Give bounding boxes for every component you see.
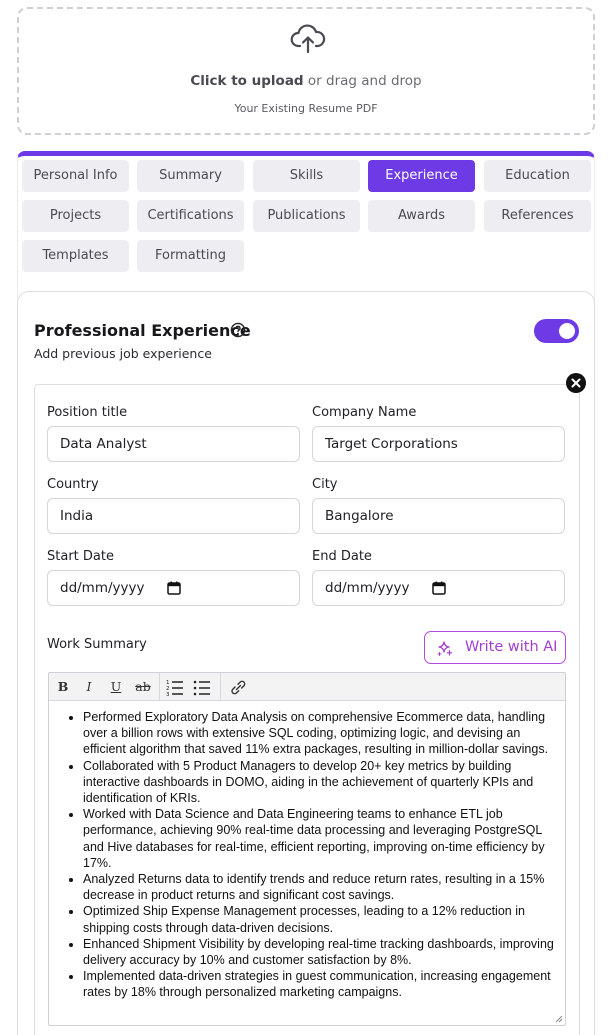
sparkle-icon	[437, 641, 453, 656]
start-date-input[interactable]: dd/mm/yyyy	[47, 570, 300, 606]
end-date-input[interactable]: dd/mm/yyyy	[312, 570, 565, 606]
tab-education[interactable]: Education	[484, 160, 591, 192]
country-label: Country	[47, 477, 99, 492]
editor-toolbar: B I U ab 1 2 3	[49, 673, 565, 701]
tab-projects[interactable]: Projects	[22, 200, 129, 232]
experience-card: Professional Experience Add previous job…	[17, 291, 595, 1035]
calendar-icon[interactable]	[167, 581, 181, 595]
list-item: Analyzed Returns data to identify trends…	[83, 871, 555, 903]
underline-button[interactable]: U	[105, 677, 127, 697]
city-input[interactable]: Bangalore	[312, 498, 565, 534]
position-title-label: Position title	[47, 405, 128, 420]
end-date-value: dd/mm/yyyy	[325, 580, 410, 596]
tab-references[interactable]: References	[484, 200, 591, 232]
list-item: Collaborated with 5 Product Managers to …	[83, 758, 555, 807]
tab-templates[interactable]: Templates	[22, 240, 129, 272]
tab-skills[interactable]: Skills	[253, 160, 360, 192]
close-icon	[571, 378, 581, 388]
numbered-list-icon[interactable]: 1 2 3	[164, 677, 186, 697]
upload-hint: Your Existing Resume PDF	[234, 102, 378, 115]
bold-button[interactable]: B	[52, 677, 74, 697]
drag-drop-text: or drag and drop	[303, 73, 422, 89]
work-summary-content[interactable]: Performed Exploratory Data Analysis on c…	[49, 701, 565, 1025]
city-label: City	[312, 477, 338, 492]
list-item: Performed Exploratory Data Analysis on c…	[83, 709, 555, 758]
strikethrough-button[interactable]: ab	[132, 677, 154, 697]
resize-handle-icon[interactable]	[555, 1015, 563, 1023]
tab-certifications[interactable]: Certifications	[137, 200, 244, 232]
write-with-ai-button[interactable]: Write with AI	[424, 631, 566, 664]
svg-text:3: 3	[166, 692, 170, 697]
toolbar-divider	[159, 673, 160, 701]
end-date-label: End Date	[312, 549, 372, 564]
list-item: Worked with Data Science and Data Engine…	[83, 806, 555, 871]
work-summary-label: Work Summary	[47, 637, 147, 652]
cloud-upload-icon	[290, 24, 326, 54]
click-to-upload-link[interactable]: Click to upload	[190, 73, 303, 89]
link-icon[interactable]	[227, 677, 249, 697]
tab-summary[interactable]: Summary	[137, 160, 244, 192]
company-name-label: Company Name	[312, 405, 417, 420]
remove-entry-button[interactable]	[566, 373, 586, 393]
upload-instruction: Click to upload or drag and drop	[19, 73, 593, 89]
write-with-ai-label: Write with AI	[465, 639, 558, 655]
position-title-input[interactable]: Data Analyst	[47, 426, 300, 462]
tab-awards[interactable]: Awards	[368, 200, 475, 232]
section-enabled-toggle[interactable]	[534, 319, 579, 343]
list-item: Implemented data-driven strategies in gu…	[83, 968, 555, 1000]
toggle-knob	[559, 323, 575, 339]
list-item: Optimized Ship Expense Management proces…	[83, 903, 555, 935]
calendar-icon[interactable]	[432, 581, 446, 595]
start-date-value: dd/mm/yyyy	[60, 580, 145, 596]
start-date-label: Start Date	[47, 549, 114, 564]
company-name-input[interactable]: Target Corporations	[312, 426, 565, 462]
italic-button[interactable]: I	[78, 677, 100, 697]
resume-upload-dropzone[interactable]: Click to upload or drag and drop Your Ex…	[17, 7, 595, 135]
bulleted-list-icon[interactable]	[191, 677, 213, 697]
toolbar-divider	[220, 673, 221, 701]
tab-personal-info[interactable]: Personal Info	[22, 160, 129, 192]
list-item: Enhanced Shipment Visibility by developi…	[83, 936, 555, 968]
section-subtitle: Add previous job experience	[34, 346, 212, 361]
country-input[interactable]: India	[47, 498, 300, 534]
help-circle-icon[interactable]	[230, 322, 246, 338]
tab-formatting[interactable]: Formatting	[137, 240, 244, 272]
section-title: Professional Experience	[34, 321, 251, 340]
tab-experience[interactable]: Experience	[368, 160, 475, 192]
work-summary-editor: B I U ab 1 2 3 Performed Explora	[48, 672, 566, 1026]
tab-publications[interactable]: Publications	[253, 200, 360, 232]
